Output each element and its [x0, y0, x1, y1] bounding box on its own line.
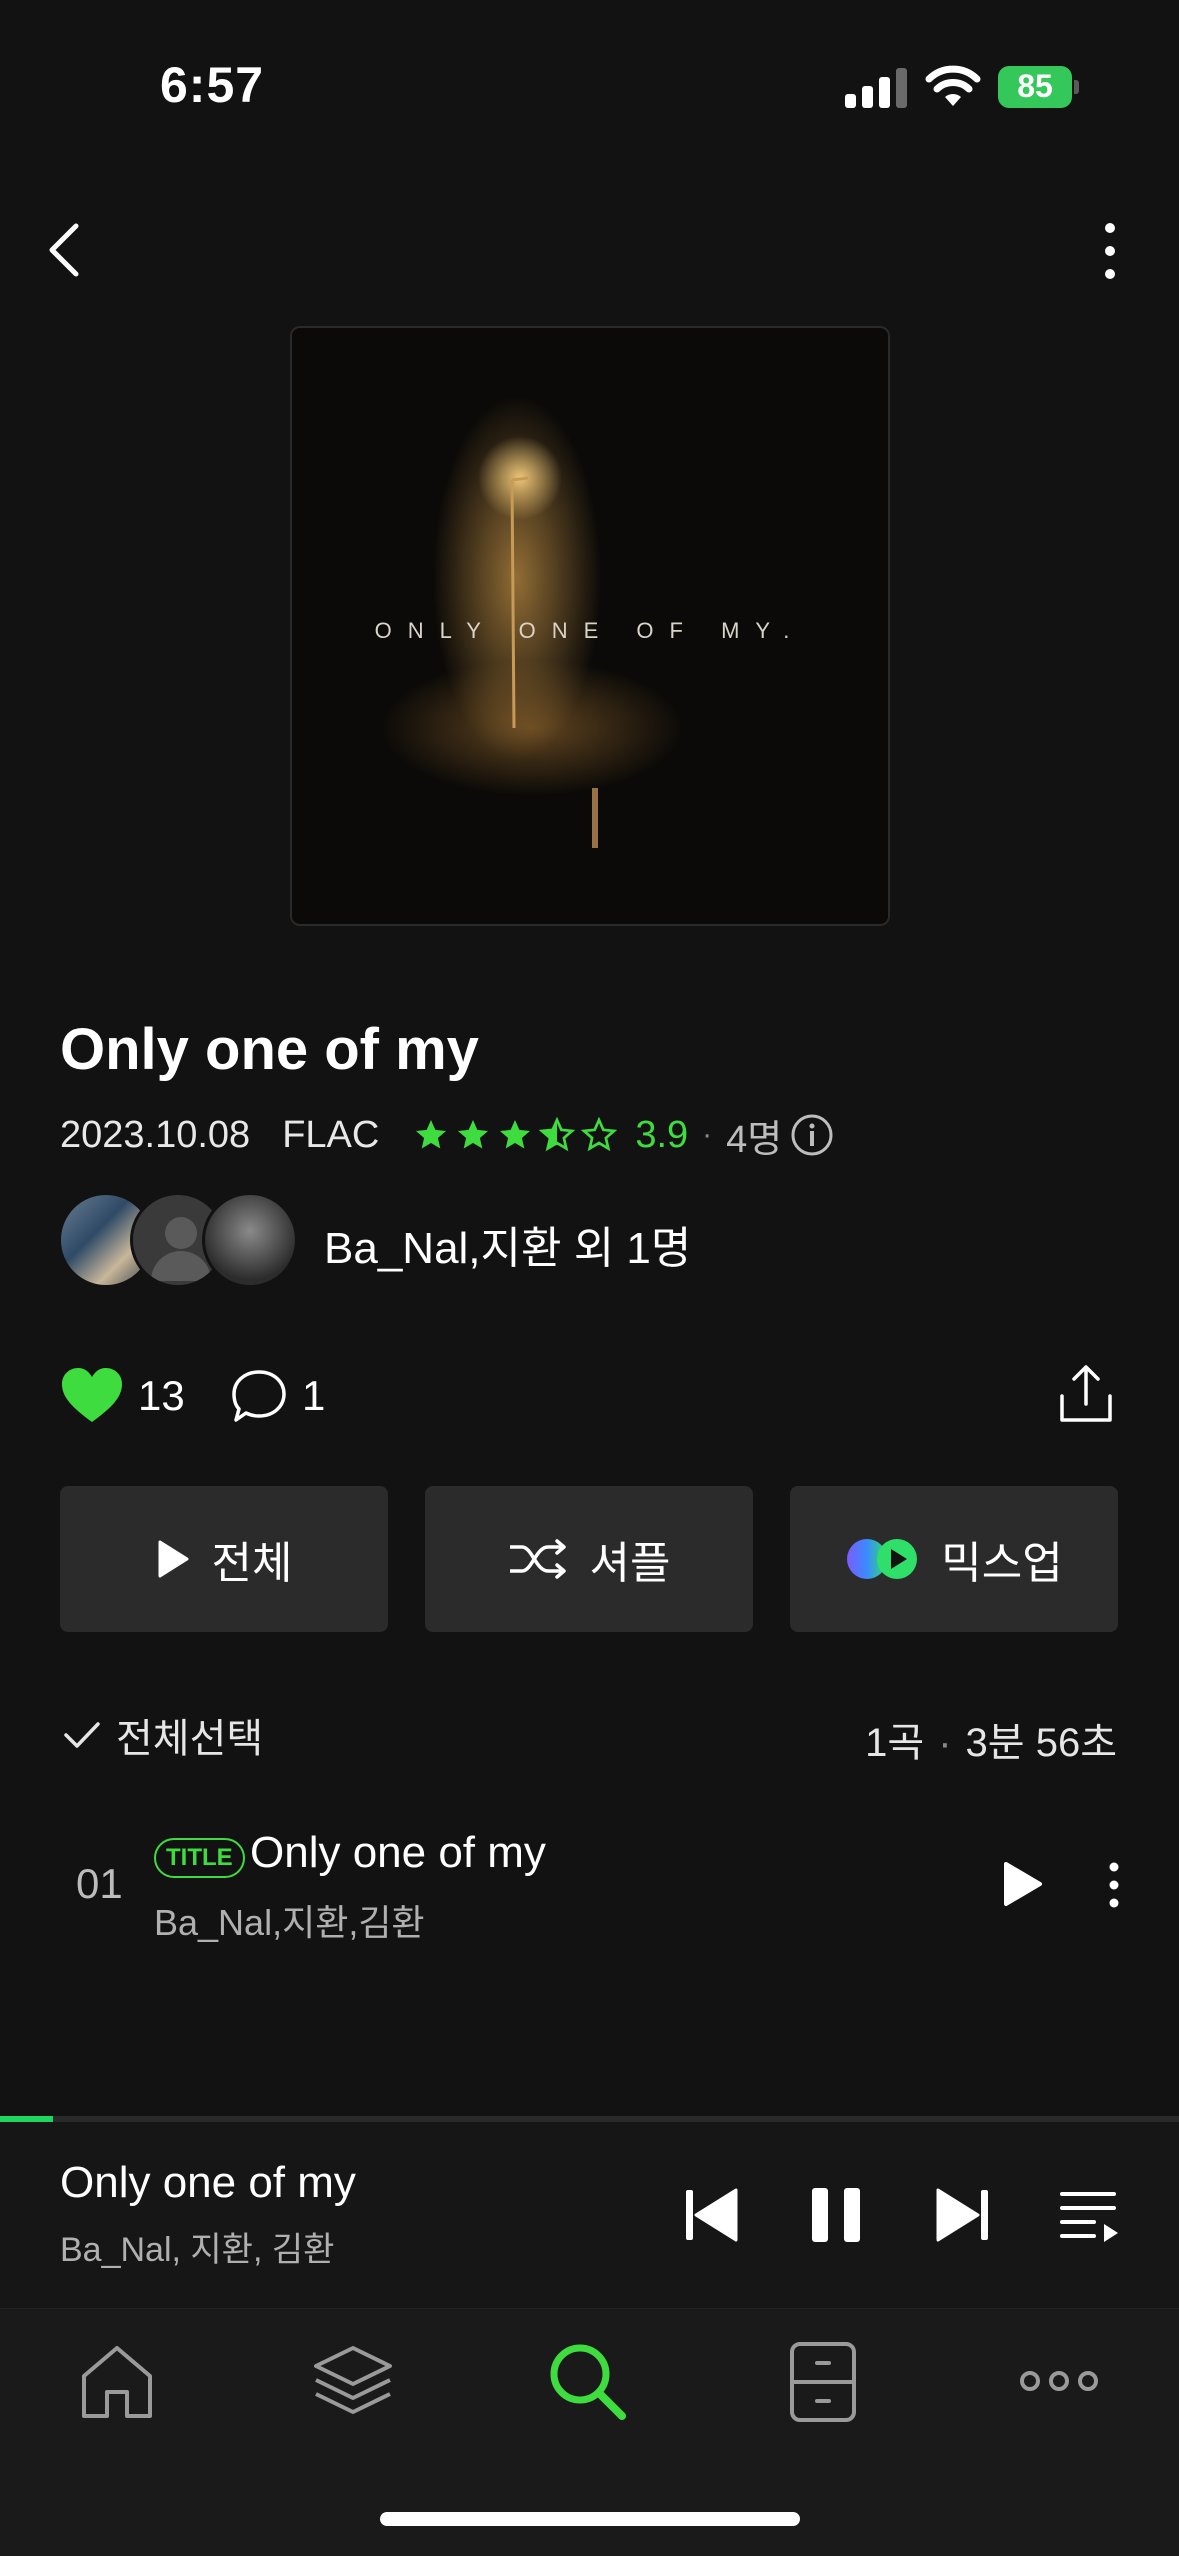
title-badge: TITLE — [154, 1838, 245, 1878]
battery-level: 85 — [1017, 68, 1053, 104]
mixup-label: 믹스업 — [941, 1539, 1063, 1588]
track-more-icon[interactable] — [1104, 1860, 1124, 1910]
info-icon[interactable] — [790, 1113, 834, 1157]
tab-more-dots-icon[interactable] — [1014, 2336, 1104, 2426]
heart-icon[interactable] — [60, 1366, 124, 1424]
album-meta: 2023.10.08 FLAC 3.9 · 4명 — [60, 1110, 834, 1161]
play-all-label: 전체 — [211, 1539, 293, 1588]
rating-count: 4명 — [726, 1118, 783, 1161]
now-playing-artists[interactable]: Ba_Nal, 지환, 김환 — [60, 2222, 334, 2271]
star-full-icon — [416, 1120, 447, 1149]
tab-search-icon[interactable] — [542, 2336, 632, 2426]
meta-separator: · — [702, 1118, 713, 1151]
track-count: 1곡 — [865, 1721, 925, 1765]
mini-player[interactable] — [0, 2122, 1179, 2308]
select-all-label: 전체선택 — [116, 1717, 264, 1761]
track-title[interactable]: Only one of my — [250, 1828, 546, 1878]
track-number: 01 — [76, 1860, 123, 1907]
shuffle-icon — [509, 1539, 566, 1579]
next-track-icon[interactable] — [932, 2184, 994, 2246]
track-play-icon[interactable] — [1000, 1860, 1044, 1908]
star-full-icon — [458, 1120, 489, 1149]
total-duration: 3분 56초 — [965, 1721, 1117, 1765]
shuffle-label: 셔플 — [589, 1539, 671, 1588]
like-count: 13 — [138, 1372, 185, 1419]
play-all-button[interactable]: 전체 — [60, 1486, 388, 1632]
more-options-icon[interactable] — [1090, 216, 1130, 286]
release-date: 2023.10.08 — [60, 1113, 251, 1156]
audio-format: FLAC — [282, 1113, 380, 1156]
now-playing-title[interactable]: Only one of my — [60, 2158, 356, 2208]
share-icon[interactable] — [1056, 1362, 1116, 1426]
tab-layers-icon[interactable] — [308, 2336, 398, 2426]
mixup-button[interactable]: 믹스업 — [790, 1486, 1118, 1632]
play-icon — [158, 1540, 189, 1578]
rating-stars[interactable] — [413, 1117, 623, 1153]
summary-separator: · — [938, 1721, 952, 1765]
star-half-icon — [539, 1117, 576, 1152]
shuffle-button[interactable]: 셔플 — [425, 1486, 753, 1632]
cellular-signal-icon — [845, 68, 907, 108]
previous-track-icon[interactable] — [680, 2184, 742, 2246]
tab-cabinet-icon[interactable] — [778, 2336, 868, 2426]
back-arrow-icon[interactable] — [40, 220, 90, 280]
track-artists[interactable]: Ba_Nal,지환,김환 — [154, 1894, 425, 1946]
star-full-icon — [500, 1120, 531, 1149]
artist-names[interactable]: Ba_Nal,지환 외 1명 — [324, 1212, 691, 1276]
album-title: Only one of my — [60, 1017, 479, 1082]
status-time: 6:57 — [160, 57, 265, 113]
comment-icon[interactable] — [230, 1368, 288, 1424]
comment-count: 1 — [302, 1372, 326, 1419]
cover-text: ONLY ONE OF MY. — [374, 618, 806, 643]
avatar — [202, 1192, 298, 1288]
playlist-queue-icon[interactable] — [1058, 2184, 1120, 2246]
battery-indicator: 85 — [998, 66, 1079, 108]
pause-icon[interactable] — [810, 2184, 862, 2246]
album-cover: ONLY ONE OF MY. — [290, 326, 890, 926]
home-indicator — [380, 2512, 800, 2526]
star-empty-icon — [581, 1117, 618, 1152]
mixup-icon — [847, 1539, 918, 1579]
track-summary: 1곡 · 3분 56초 — [865, 1710, 1117, 1768]
wifi-icon — [925, 65, 981, 106]
tab-home-icon[interactable] — [72, 2336, 162, 2426]
rating-value: 3.9 — [635, 1113, 689, 1156]
check-icon — [64, 1722, 100, 1748]
select-all-toggle[interactable]: 전체선택 — [62, 1706, 263, 1764]
